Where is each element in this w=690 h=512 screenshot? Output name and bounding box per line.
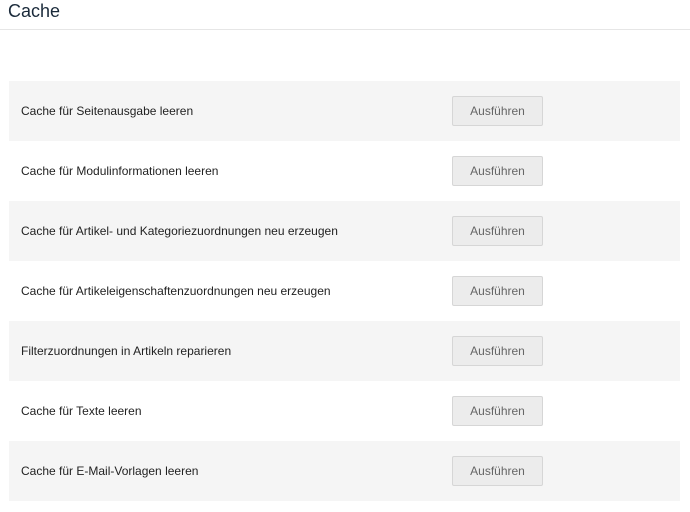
row-label: Cache für Modulinformationen leeren (21, 164, 219, 178)
run-button-article-properties[interactable]: Ausführen (452, 276, 543, 306)
cache-row-page-output: Cache für Seitenausgabe leeren Ausführen (9, 81, 680, 141)
page-title: Cache (8, 1, 61, 21)
run-button-article-category[interactable]: Ausführen (452, 216, 543, 246)
row-label: Cache für Texte leeren (21, 404, 142, 418)
cache-row-texts: Cache für Texte leeren Ausführen (9, 381, 680, 441)
run-button-email-templates[interactable]: Ausführen (452, 456, 543, 486)
row-label: Cache für Seitenausgabe leeren (21, 104, 194, 118)
cache-row-module-info: Cache für Modulinformationen leeren Ausf… (9, 141, 680, 201)
row-label: Filterzuordnungen in Artikeln reparieren (21, 344, 232, 358)
run-button-module-info[interactable]: Ausführen (452, 156, 543, 186)
cache-row-filter-repair: Filterzuordnungen in Artikeln reparieren… (9, 321, 680, 381)
run-button-page-output[interactable]: Ausführen (452, 96, 543, 126)
run-button-texts[interactable]: Ausführen (452, 396, 543, 426)
cache-row-email-templates: Cache für E-Mail-Vorlagen leeren Ausführ… (9, 441, 680, 501)
row-label: Cache für Artikeleigenschaftenzuordnunge… (21, 284, 331, 298)
page-header: Cache (0, 0, 690, 30)
cache-actions-list: Cache für Seitenausgabe leeren Ausführen… (9, 81, 680, 501)
cache-row-article-properties: Cache für Artikeleigenschaftenzuordnunge… (9, 261, 680, 321)
row-label: Cache für E-Mail-Vorlagen leeren (21, 464, 199, 478)
run-button-filter-repair[interactable]: Ausführen (452, 336, 543, 366)
cache-row-article-category: Cache für Artikel- und Kategoriezuordnun… (9, 201, 680, 261)
row-label: Cache für Artikel- und Kategoriezuordnun… (21, 224, 338, 238)
